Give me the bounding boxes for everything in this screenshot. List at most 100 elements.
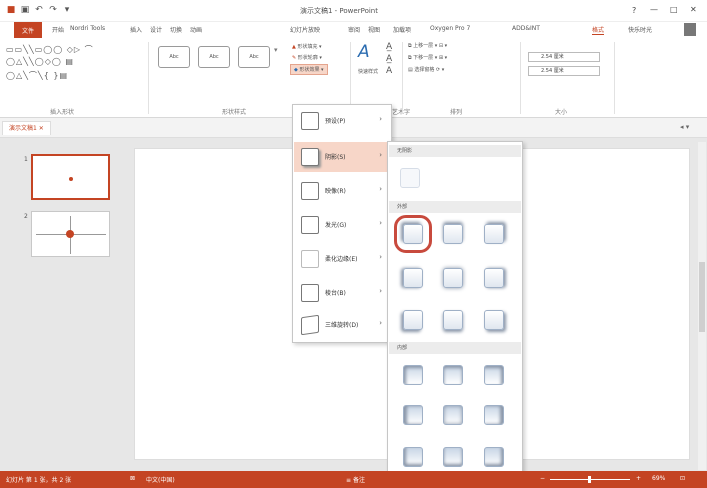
3d-rotation-icon xyxy=(301,314,319,336)
tab-review[interactable]: 审阅 xyxy=(348,25,360,34)
shadow-outer-8-option[interactable] xyxy=(443,310,463,330)
menu-item-reflection[interactable]: 映像(R) › xyxy=(294,176,390,206)
shape-styles-group-label: 形状样式 xyxy=(222,109,247,116)
text-effects-icon[interactable]: A xyxy=(386,66,392,76)
shape-style-2-button[interactable]: Abc xyxy=(198,46,230,68)
zoom-in-button[interactable]: + xyxy=(636,475,641,482)
minimize-button[interactable]: — xyxy=(650,5,658,14)
wordart-a-icon[interactable]: A xyxy=(358,42,370,62)
shadow-outer-6-option[interactable] xyxy=(484,268,504,288)
shape-fill-button[interactable]: ▲ 形状填充 ▾ xyxy=(292,43,322,50)
avatar[interactable] xyxy=(684,23,696,36)
tab-format[interactable]: 格式 xyxy=(592,25,605,35)
spellcheck-icon[interactable]: ⊠ xyxy=(130,475,135,482)
redo-icon[interactable]: ↷ xyxy=(48,5,58,15)
shape-style-3-button[interactable]: Abc xyxy=(238,46,270,68)
window-title: 演示文稿1 - PowerPoint xyxy=(300,7,378,15)
section-outer: 外部 xyxy=(389,201,521,213)
undo-icon[interactable]: ↶ xyxy=(34,5,44,15)
tab-design[interactable]: 设计 xyxy=(150,25,162,34)
tab-oxygen[interactable]: Oxygen Pro 7 xyxy=(430,25,470,32)
shadow-none-option[interactable] xyxy=(400,168,420,188)
save-icon[interactable]: ▣ xyxy=(20,5,30,15)
vertical-scrollbar[interactable] xyxy=(698,142,706,470)
zoom-level[interactable]: 69% xyxy=(652,475,665,482)
shapes-gallery[interactable]: ▭▭╲╲▭◯◯ ◇▷ ⌒ ◯△╲╲◯◇◯ ▤ ◯△╲⌒╲{ }▤ xyxy=(6,44,146,94)
menu-item-soft-edges[interactable]: 柔化边缘(E) › xyxy=(294,244,390,274)
chevron-right-icon: › xyxy=(379,219,382,227)
shadow-inner-6-option[interactable] xyxy=(484,405,504,425)
shadow-outer-1-option[interactable] xyxy=(394,215,432,253)
shadow-inner-2-option[interactable] xyxy=(443,365,463,385)
text-outline-icon[interactable]: A̲ xyxy=(386,54,392,64)
shadow-inner-4-option[interactable] xyxy=(403,405,423,425)
tab-view[interactable]: 视图 xyxy=(368,25,380,34)
zoom-out-button[interactable]: − xyxy=(540,475,545,482)
group-divider xyxy=(520,42,521,114)
slide-number: 2 xyxy=(24,213,28,220)
shadow-inner-7-option[interactable] xyxy=(403,447,423,467)
chevron-right-icon: › xyxy=(379,253,382,261)
zoom-slider[interactable] xyxy=(550,476,630,483)
bring-forward-button[interactable]: ⧉ 上移一层 ▾ ⊟ ▾ xyxy=(408,42,447,49)
tab-addins[interactable]: 加载项 xyxy=(393,25,411,34)
language-indicator[interactable]: 中文(中国) xyxy=(146,475,175,484)
menu-item-glow[interactable]: 发光(G) › xyxy=(294,210,390,240)
tab-home[interactable]: 开始 xyxy=(52,25,64,34)
account-name[interactable]: 快乐时光 xyxy=(628,25,652,34)
restore-button[interactable]: □ xyxy=(670,5,678,14)
menu-item-bevel[interactable]: 棱台(B) › xyxy=(294,278,390,308)
fit-window-icon[interactable]: ⊡ xyxy=(680,475,685,482)
shape-outline-button[interactable]: ✎ 形状轮廓 ▾ xyxy=(292,54,322,61)
shadow-inner-3-option[interactable] xyxy=(484,365,504,385)
chevron-right-icon: › xyxy=(379,185,382,193)
shape-style-1-button[interactable]: Abc xyxy=(158,46,190,68)
shadow-outer-3-option[interactable] xyxy=(484,224,504,244)
scrollbar-thumb[interactable] xyxy=(699,262,705,332)
tab-insert[interactable]: 插入 xyxy=(130,25,142,34)
height-input[interactable]: 2.54 厘米 xyxy=(528,52,600,62)
send-backward-button[interactable]: ⧉ 下移一层 ▾ ⊞ ▾ xyxy=(408,54,447,61)
tab-transitions[interactable]: 切换 xyxy=(170,25,182,34)
tab-slideshow[interactable]: 幻灯片放映 xyxy=(290,25,320,34)
shadow-inner-8-option[interactable] xyxy=(443,447,463,467)
shadow-inner-9-option[interactable] xyxy=(484,447,504,467)
shadow-outer-7-option[interactable] xyxy=(403,310,423,330)
chevron-right-icon: › xyxy=(379,319,382,327)
menu-item-preset[interactable]: 预设(P) › xyxy=(294,106,390,136)
reflection-icon xyxy=(301,182,319,200)
notes-button[interactable]: ≡ 备注 xyxy=(346,475,365,484)
shadow-icon xyxy=(301,148,319,166)
quick-styles-button[interactable]: 快速样式 xyxy=(358,68,378,75)
slide-thumbnail-1[interactable] xyxy=(31,154,110,200)
wordart-group-label: 艺术字 xyxy=(392,109,411,116)
shadow-outer-5-option[interactable] xyxy=(443,268,463,288)
tab-addint[interactable]: ADD&INT xyxy=(512,25,540,32)
glow-icon xyxy=(301,216,319,234)
zoom-slider-thumb[interactable] xyxy=(588,476,591,483)
shadow-outer-2-option[interactable] xyxy=(443,224,463,244)
text-fill-icon[interactable]: A̲ xyxy=(386,42,392,52)
chevron-down-icon[interactable]: ▾ xyxy=(274,46,278,54)
shadow-inner-1-option[interactable] xyxy=(403,365,423,385)
tab-animations[interactable]: 动画 xyxy=(190,25,202,34)
shape-effects-button[interactable]: ◆ 形状效果 ▾ xyxy=(290,64,328,75)
help-icon[interactable]: ? xyxy=(632,6,636,15)
group-divider xyxy=(614,42,615,114)
customize-qat-icon[interactable]: ▾ xyxy=(62,5,72,15)
width-input[interactable]: 2.54 厘米 xyxy=(528,66,600,76)
insert-shapes-group-label: 插入形状 xyxy=(50,109,75,116)
selection-pane-button[interactable]: ▤ 选择窗格 ⟳ ▾ xyxy=(408,66,444,73)
shadow-outer-9-option[interactable] xyxy=(484,310,504,330)
shadow-inner-5-option[interactable] xyxy=(443,405,463,425)
tab-menu-icon[interactable]: ◂ ▾ xyxy=(680,123,689,131)
tab-file[interactable]: 文件 xyxy=(14,22,42,38)
shape-dot xyxy=(69,177,73,181)
close-button[interactable]: ✕ xyxy=(690,5,697,14)
menu-item-shadow[interactable]: 阴影(S) › xyxy=(294,142,390,172)
menu-item-3d-rotation[interactable]: 三维旋转(D) › xyxy=(294,310,390,340)
slide-thumbnail-2[interactable] xyxy=(31,211,110,257)
shadow-outer-4-option[interactable] xyxy=(403,268,423,288)
presentation-tab[interactable]: 演示文稿1 ✕ xyxy=(2,121,51,135)
tab-nordri-tools[interactable]: Nordri Tools xyxy=(70,25,105,32)
